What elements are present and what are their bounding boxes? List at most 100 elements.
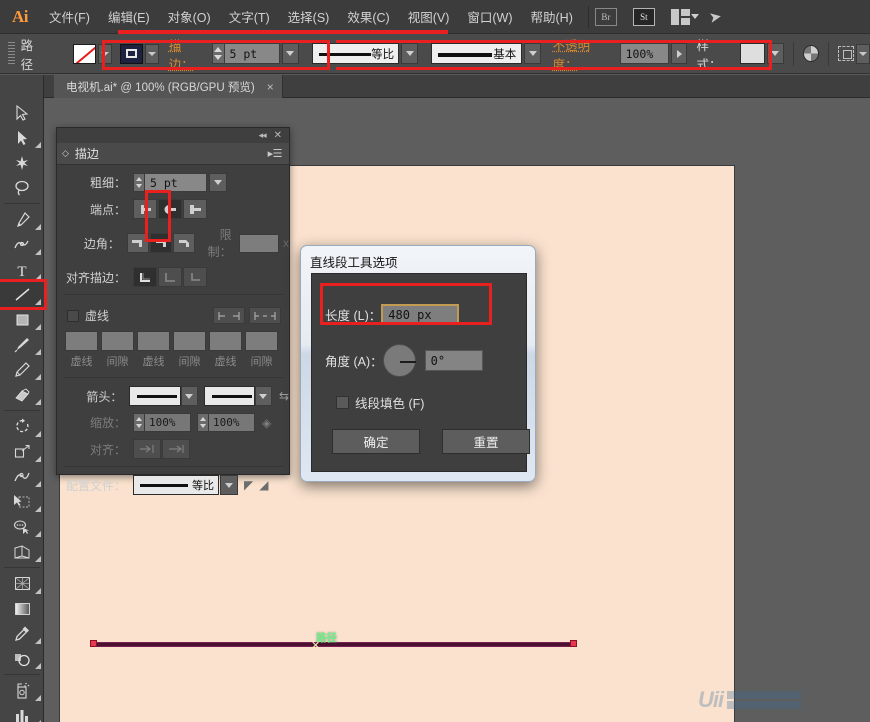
tool-gradient[interactable] bbox=[0, 596, 44, 621]
menu-file[interactable]: 文件(F) bbox=[40, 3, 99, 30]
dash-preserve-exact-button[interactable] bbox=[213, 307, 245, 324]
tool-mesh[interactable] bbox=[0, 571, 44, 596]
tool-rectangle[interactable] bbox=[0, 307, 44, 332]
tool-eraser[interactable] bbox=[0, 382, 44, 407]
align-to-selection-icon[interactable] bbox=[838, 46, 854, 61]
miter-join-button[interactable] bbox=[127, 233, 149, 253]
tool-column-graph[interactable] bbox=[0, 703, 44, 722]
fill-color-swatch[interactable] bbox=[73, 44, 96, 64]
tool-eyedropper[interactable] bbox=[0, 621, 44, 646]
close-panel-icon[interactable]: ✕ bbox=[274, 130, 282, 141]
style-chevron-down-icon[interactable] bbox=[767, 43, 784, 64]
menu-object[interactable]: 对象(O) bbox=[159, 3, 220, 30]
panel-menu-icon[interactable]: ▸☰ bbox=[268, 147, 289, 160]
brush-chevron-down-icon[interactable] bbox=[524, 43, 541, 64]
extend-arrow-beyond-end-button[interactable] bbox=[133, 439, 161, 459]
stroke-weight-input[interactable]: 5 pt bbox=[145, 173, 207, 192]
tool-free-transform[interactable] bbox=[0, 489, 44, 514]
arrow-scale-end-input[interactable]: 100% bbox=[209, 413, 255, 432]
round-cap-button[interactable] bbox=[158, 199, 182, 219]
round-join-button[interactable] bbox=[150, 233, 172, 253]
align-outside-button[interactable] bbox=[183, 267, 207, 287]
projecting-cap-button[interactable] bbox=[183, 199, 207, 219]
workspace-switcher-icon[interactable] bbox=[671, 9, 691, 25]
tool-curvature[interactable] bbox=[0, 232, 44, 257]
tool-line-segment[interactable] bbox=[0, 282, 44, 307]
menu-select[interactable]: 选择(S) bbox=[279, 3, 339, 30]
ok-button[interactable]: 确定 bbox=[332, 429, 420, 454]
fill-chevron-down-icon[interactable] bbox=[98, 44, 112, 64]
reset-button[interactable]: 重置 bbox=[442, 429, 530, 454]
tool-direct-selection[interactable] bbox=[0, 125, 44, 150]
arrow-scale-start-stepper[interactable] bbox=[133, 413, 145, 432]
share-rocket-icon[interactable]: ➤ bbox=[707, 7, 723, 27]
stroke-weight-chevron-down-icon[interactable] bbox=[209, 173, 227, 192]
tool-width[interactable] bbox=[0, 464, 44, 489]
dashed-line-checkbox[interactable] bbox=[67, 310, 79, 322]
stroke-profile-select[interactable]: 等比 bbox=[312, 43, 399, 64]
tool-symbol-sprayer[interactable] bbox=[0, 678, 44, 703]
stock-button[interactable]: St bbox=[633, 8, 655, 26]
document-tab[interactable]: 电视机.ai* @ 100% (RGB/GPU 预览) × bbox=[54, 75, 283, 98]
tool-pen[interactable] bbox=[0, 207, 44, 232]
arrowhead-end-chevron-down-icon[interactable] bbox=[255, 386, 272, 406]
gap-field-3[interactable] bbox=[245, 331, 278, 351]
miter-limit-input[interactable] bbox=[239, 234, 279, 253]
stroke-weight-chevron-down-icon[interactable] bbox=[282, 43, 299, 64]
menu-window[interactable]: 窗口(W) bbox=[458, 3, 521, 30]
brush-definition-select[interactable]: 基本 bbox=[431, 43, 522, 64]
stroke-panel-tab[interactable]: ◇ 描边 ▸☰ bbox=[57, 143, 289, 165]
length-input[interactable]: 480 px bbox=[381, 304, 459, 325]
bevel-join-button[interactable] bbox=[173, 233, 195, 253]
tool-type[interactable]: T bbox=[0, 257, 44, 282]
flip-across-icon[interactable]: ◢ bbox=[259, 478, 268, 492]
swap-arrowheads-icon[interactable]: ⇆ bbox=[279, 389, 289, 403]
tool-magic-wand[interactable] bbox=[0, 150, 44, 175]
menu-edit[interactable]: 编辑(E) bbox=[99, 3, 159, 30]
profile-chevron-down-icon[interactable] bbox=[220, 475, 238, 495]
tool-blend[interactable] bbox=[0, 646, 44, 671]
menu-view[interactable]: 视图(V) bbox=[399, 3, 459, 30]
opacity-input[interactable]: 100% bbox=[620, 43, 669, 64]
tool-scale[interactable] bbox=[0, 439, 44, 464]
stroke-weight-input[interactable]: 5 pt bbox=[225, 43, 280, 64]
dash-field-2[interactable] bbox=[137, 331, 170, 351]
stroke-weight-stepper[interactable] bbox=[212, 43, 224, 64]
align-center-button[interactable] bbox=[133, 267, 157, 287]
bridge-button[interactable]: Br bbox=[595, 8, 617, 26]
graphic-style-swatch[interactable] bbox=[740, 43, 765, 64]
close-icon[interactable]: × bbox=[267, 80, 274, 94]
place-arrow-at-end-button[interactable] bbox=[162, 439, 190, 459]
stroke-profile-chevron-down-icon[interactable] bbox=[401, 43, 418, 64]
dash-align-corners-button[interactable] bbox=[249, 307, 281, 324]
arrowhead-start-chevron-down-icon[interactable] bbox=[181, 386, 198, 406]
stroke-color-swatch[interactable] bbox=[120, 44, 143, 64]
align-chevron-down-icon[interactable] bbox=[856, 44, 870, 64]
angle-input[interactable]: 0° bbox=[425, 350, 483, 371]
transparency-grid-icon[interactable] bbox=[803, 45, 819, 62]
gap-field-1[interactable] bbox=[101, 331, 134, 351]
menu-effect[interactable]: 效果(C) bbox=[338, 3, 398, 30]
gap-field-2[interactable] bbox=[173, 331, 206, 351]
flip-along-icon[interactable]: ◤ bbox=[244, 478, 253, 492]
dash-field-1[interactable] bbox=[65, 331, 98, 351]
fill-line-checkbox[interactable] bbox=[336, 396, 349, 409]
align-inside-button[interactable] bbox=[158, 267, 182, 287]
angle-dial[interactable] bbox=[383, 344, 416, 377]
link-scales-icon[interactable]: ◈ bbox=[262, 416, 271, 430]
arrowhead-end-select[interactable] bbox=[204, 386, 255, 406]
tool-perspective-grid[interactable] bbox=[0, 539, 44, 564]
tool-rotate[interactable] bbox=[0, 414, 44, 439]
arrowhead-start-select[interactable] bbox=[129, 386, 180, 406]
tool-lasso[interactable] bbox=[0, 175, 44, 200]
stroke-weight-stepper[interactable] bbox=[133, 173, 145, 192]
opacity-flyout-icon[interactable] bbox=[671, 43, 687, 64]
menu-type[interactable]: 文字(T) bbox=[220, 3, 279, 30]
dash-field-3[interactable] bbox=[209, 331, 242, 351]
workspace-chevron-down-icon[interactable] bbox=[691, 14, 699, 19]
tool-shape-builder[interactable] bbox=[0, 514, 44, 539]
tool-paintbrush[interactable] bbox=[0, 332, 44, 357]
path-anchor-start[interactable] bbox=[90, 640, 97, 647]
path-anchor-end[interactable] bbox=[570, 640, 577, 647]
tool-pencil[interactable] bbox=[0, 357, 44, 382]
